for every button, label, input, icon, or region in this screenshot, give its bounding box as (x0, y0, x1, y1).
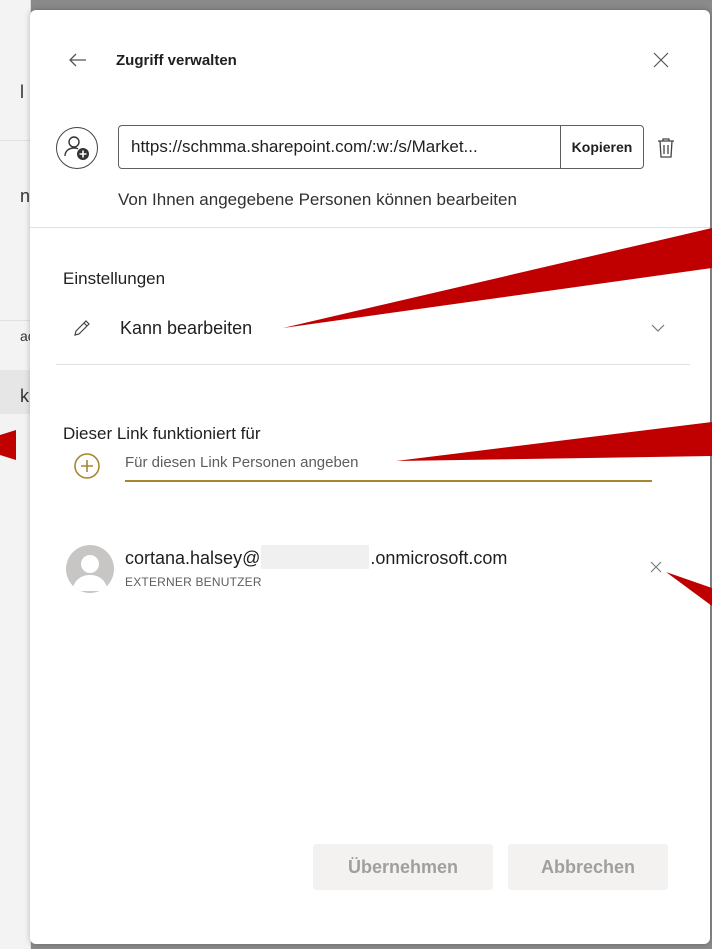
user-email-prefix: cortana.halsey@ (125, 548, 261, 568)
avatar (66, 545, 114, 593)
redacted-block (261, 545, 370, 569)
background-text: n (20, 186, 31, 206)
permission-label: Kann bearbeiten (120, 318, 253, 338)
person-add-icon (56, 127, 98, 169)
background-text: k (20, 386, 29, 406)
background-app: l n ac k (0, 0, 35, 949)
delete-link-button[interactable] (655, 136, 677, 160)
background-divider (0, 140, 30, 141)
link-url-field[interactable]: https://schmma.sharepoint.com/:w:/s/Mark… (119, 126, 560, 168)
cancel-button[interactable]: Abbrechen (508, 844, 668, 890)
plus-circle-icon (74, 453, 100, 479)
permission-dropdown[interactable]: Kann bearbeiten (56, 310, 690, 350)
section-divider (56, 364, 690, 365)
close-icon (653, 52, 669, 68)
pencil-icon (74, 320, 90, 336)
user-email-suffix: .onmicrosoft.com (370, 548, 508, 568)
close-button[interactable] (650, 49, 672, 71)
remove-user-button[interactable] (648, 559, 664, 575)
copy-button[interactable]: Kopieren (560, 126, 643, 168)
section-divider (30, 227, 710, 228)
apply-button[interactable]: Übernehmen (313, 844, 493, 890)
user-type-label: EXTERNER BENUTZER (125, 575, 262, 589)
background-text: l (20, 82, 24, 102)
people-search-input[interactable] (125, 450, 652, 482)
link-works-for-heading: Dieser Link funktioniert für (63, 424, 261, 443)
arrow-left-icon (69, 53, 86, 67)
link-description: Von Ihnen angegebene Personen können bea… (118, 190, 517, 209)
link-url-box: https://schmma.sharepoint.com/:w:/s/Mark… (118, 125, 644, 169)
panel-header: Zugriff verwalten (30, 10, 710, 110)
settings-heading: Einstellungen (63, 269, 166, 288)
chevron-down-icon (651, 324, 665, 332)
user-email: cortana.halsey@ .onmicrosoft.com (125, 545, 507, 569)
manage-access-panel: Zugriff verwalten https://schmma.sharepo… (30, 10, 710, 944)
background-divider (0, 320, 30, 321)
close-icon (650, 561, 662, 573)
trash-icon (658, 138, 674, 158)
panel-title: Zugriff verwalten (116, 52, 237, 69)
back-button[interactable] (66, 48, 90, 72)
